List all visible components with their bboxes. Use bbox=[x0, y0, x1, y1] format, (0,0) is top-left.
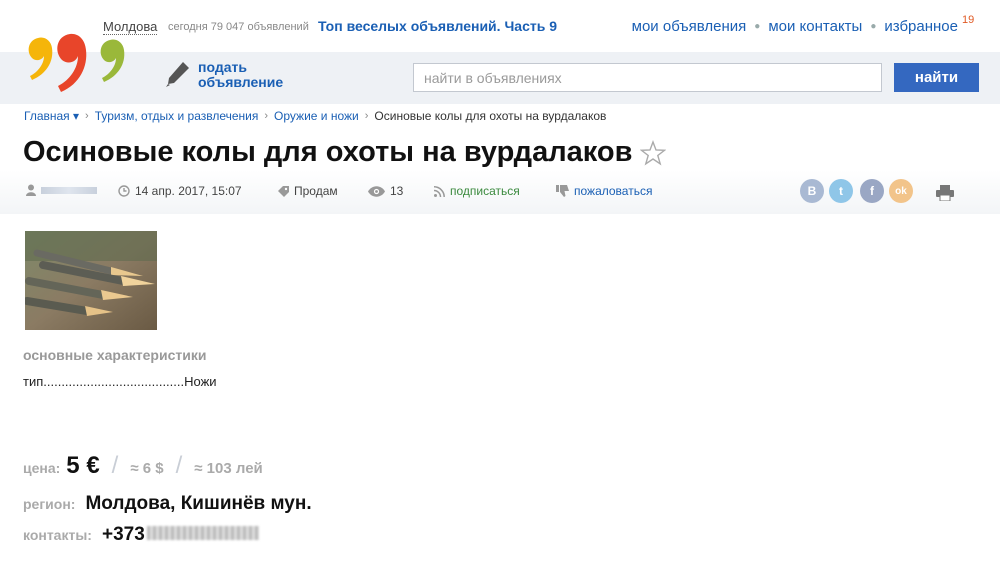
contacts-row: контакты: +373 bbox=[23, 524, 259, 546]
nav-separator: ● bbox=[754, 21, 761, 32]
characteristic-type: тип.....................................… bbox=[23, 374, 217, 389]
characteristics-title: основные характеристики bbox=[23, 347, 207, 363]
share-twitter-icon[interactable]: t bbox=[829, 179, 853, 203]
phone-prefix: +373 bbox=[101, 524, 145, 545]
breadcrumb: Главная ▾ › Туризм, отдых и развлечения … bbox=[24, 109, 606, 123]
ad-date: 14 апр. 2017, 15:07 bbox=[118, 184, 242, 198]
share-ok-icon[interactable]: ok bbox=[889, 179, 913, 203]
region-value: Молдова, Кишинёв мун. bbox=[85, 493, 312, 514]
breadcrumb-current: Осиновые колы для охоты на вурдалаков bbox=[374, 109, 607, 123]
search-button[interactable]: найти bbox=[894, 63, 979, 92]
site-logo[interactable] bbox=[26, 30, 136, 94]
post-ad-line1: подать bbox=[198, 59, 247, 75]
top-fun-link[interactable]: Топ веселых объявлений. Часть 9 bbox=[318, 18, 557, 34]
pen-icon bbox=[166, 62, 189, 87]
region-label: регион: bbox=[23, 496, 76, 512]
clock-icon bbox=[118, 185, 130, 197]
user-icon bbox=[26, 184, 36, 196]
price-divider: / bbox=[111, 452, 119, 479]
today-count: сегодня 79 047 объявлений bbox=[168, 21, 309, 33]
region-selector[interactable]: Молдова bbox=[103, 19, 158, 35]
print-icon[interactable] bbox=[936, 185, 954, 201]
breadcrumb-separator: › bbox=[85, 110, 89, 122]
price-row: цена: 5 € / ≈ 6 $ / ≈ 103 лей bbox=[23, 452, 263, 480]
post-ad-line2: объявление bbox=[198, 74, 284, 90]
complain-link[interactable]: пожаловаться bbox=[556, 184, 652, 198]
contacts-label: контакты: bbox=[23, 527, 92, 543]
ad-date-text: 14 апр. 2017, 15:07 bbox=[135, 184, 242, 198]
post-ad-button[interactable]: подать объявление bbox=[165, 60, 283, 90]
eye-icon bbox=[368, 185, 385, 197]
favorites-link[interactable]: избранное bbox=[884, 18, 958, 35]
search-input[interactable] bbox=[413, 63, 882, 92]
price-divider: / bbox=[175, 452, 183, 479]
breadcrumb-separator: › bbox=[364, 110, 369, 122]
price-value: 5 € bbox=[66, 452, 100, 479]
share-vk-icon[interactable]: B bbox=[800, 179, 824, 203]
post-ad-label: подать объявление bbox=[198, 60, 283, 90]
subscribe-label: подписаться bbox=[450, 184, 520, 198]
price-usd: ≈ 6 $ bbox=[130, 460, 164, 477]
tag-icon bbox=[278, 185, 289, 197]
nav-separator: ● bbox=[870, 21, 877, 32]
my-ads-link[interactable]: мои объявления bbox=[632, 18, 747, 35]
subscribe-link[interactable]: подписаться bbox=[434, 184, 520, 198]
author[interactable] bbox=[26, 184, 97, 196]
title-row: Осиновые колы для охоты на вурдалаков bbox=[23, 136, 667, 169]
breadcrumb-subcategory[interactable]: Оружие и ножи bbox=[274, 109, 359, 123]
price-label: цена: bbox=[23, 460, 61, 476]
ad-type: Продам bbox=[278, 184, 338, 198]
breadcrumb-separator: › bbox=[264, 110, 269, 122]
page: Молдова сегодня 79 047 объявлений Топ ве… bbox=[0, 0, 1000, 573]
author-name-hidden bbox=[41, 186, 97, 194]
share-facebook-icon[interactable]: f bbox=[860, 179, 884, 203]
breadcrumb-home[interactable]: Главная ▾ bbox=[24, 109, 79, 123]
price-lei: ≈ 103 лей bbox=[194, 460, 263, 477]
my-contacts-link[interactable]: мои контакты bbox=[768, 18, 862, 35]
thumbs-down-icon bbox=[556, 185, 569, 197]
ad-type-text: Продам bbox=[294, 184, 338, 198]
rss-icon bbox=[434, 185, 445, 197]
favorite-star-icon[interactable] bbox=[640, 139, 667, 166]
breadcrumb-category[interactable]: Туризм, отдых и развлечения bbox=[95, 109, 259, 123]
top-nav: мои объявления ● мои контакты ● избранно… bbox=[632, 18, 958, 35]
page-title: Осиновые колы для охоты на вурдалаков bbox=[23, 136, 633, 168]
complain-label: пожаловаться bbox=[574, 184, 653, 198]
favorites-count-badge: 19 bbox=[962, 14, 975, 26]
phone-number-hidden[interactable] bbox=[146, 526, 259, 540]
region-row: регион: Молдова, Кишинёв мун. bbox=[23, 493, 312, 515]
ad-photo[interactable] bbox=[25, 231, 157, 330]
view-count-text: 13 bbox=[390, 184, 404, 198]
view-count: 13 bbox=[368, 184, 403, 198]
